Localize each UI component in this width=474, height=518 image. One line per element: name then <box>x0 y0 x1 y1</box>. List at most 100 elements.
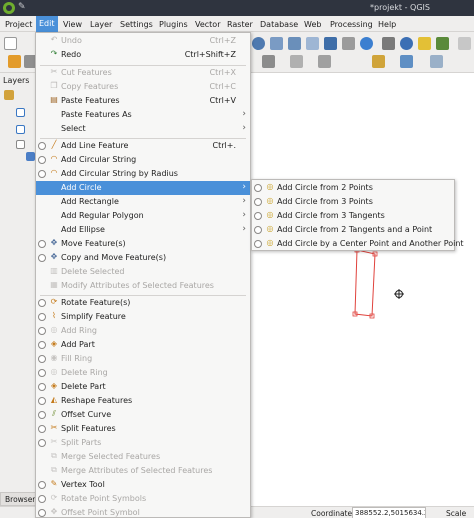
menu-item-add-line-feature[interactable]: ╱ Add Line Feature Ctrl+. <box>36 139 250 153</box>
menu-help[interactable]: Help <box>375 18 399 31</box>
map-canvas[interactable] <box>251 73 474 506</box>
radio-icon <box>254 198 262 206</box>
menu-item-offset-curve[interactable]: ⫽ Offset Curve <box>36 408 250 422</box>
add-part-icon: ◈ <box>50 339 58 348</box>
style-icon[interactable] <box>8 55 21 68</box>
browser-tab[interactable]: Browser <box>0 492 36 506</box>
radio-icon <box>38 254 46 262</box>
menu-item-offset-point-symbol[interactable]: ✥ Offset Point Symbol <box>36 506 250 518</box>
identify-icon[interactable] <box>382 37 395 50</box>
menu-web[interactable]: Web <box>301 18 324 31</box>
menu-item-cut-features[interactable]: ✂ Cut Features Ctrl+X <box>36 66 250 80</box>
select-icon[interactable] <box>418 37 431 50</box>
menu-item-split-features[interactable]: ✂ Split Features <box>36 422 250 436</box>
menu-item-paste-features-as[interactable]: Paste Features As › <box>36 108 250 122</box>
coordinate-label: Coordinate <box>311 509 353 518</box>
layer-style-icon[interactable] <box>4 90 14 100</box>
more-tools-icon[interactable] <box>458 37 471 50</box>
menu-item-delete-selected[interactable]: ▥ Delete Selected <box>36 265 250 279</box>
paste-icon: ▤ <box>50 95 58 104</box>
menu-item-delete-ring[interactable]: ◎ Delete Ring <box>36 366 250 380</box>
merge-features-icon: ⧉ <box>51 451 57 460</box>
menu-settings[interactable]: Settings <box>117 18 156 31</box>
menu-project[interactable]: Project <box>2 18 35 31</box>
menu-raster[interactable]: Raster <box>224 18 256 31</box>
redo-toolbar-icon[interactable] <box>318 55 331 68</box>
submenu-item-circle-3-tangents[interactable]: ◎ Add Circle from 3 Tangents <box>252 209 454 223</box>
menu-item-paste-features[interactable]: ▤ Paste Features Ctrl+V <box>36 94 250 108</box>
merge-attributes-icon: ⧉ <box>51 465 57 474</box>
menu-item-move-features[interactable]: ✥ Move Feature(s) <box>36 237 250 251</box>
menu-item-merge-attributes[interactable]: ⧉ Merge Attributes of Selected Features <box>36 464 250 478</box>
submenu-item-circle-3-points[interactable]: ◎ Add Circle from 3 Points <box>252 195 454 209</box>
menu-view[interactable]: View <box>60 18 85 31</box>
menu-item-rotate-point-symbols[interactable]: ⟳ Rotate Point Symbols <box>36 492 250 506</box>
menu-item-add-circular-string[interactable]: ◠ Add Circular String <box>36 153 250 167</box>
layers-title: Layers <box>3 76 30 85</box>
zoom-layer-icon[interactable] <box>270 37 283 50</box>
menu-item-merge-selected-features[interactable]: ⧉ Merge Selected Features <box>36 450 250 464</box>
radio-icon <box>38 355 46 363</box>
menu-item-delete-part[interactable]: ◈ Delete Part <box>36 380 250 394</box>
menu-item-copy-features[interactable]: ❐ Copy Features Ctrl+C <box>36 80 250 94</box>
menu-item-add-rectangle[interactable]: Add Rectangle › <box>36 195 250 209</box>
radio-icon <box>38 299 46 307</box>
radio-icon <box>38 481 46 489</box>
radio-icon <box>38 142 46 150</box>
offset-symbol-icon: ✥ <box>50 507 58 516</box>
coordinate-field[interactable]: 388552.2,5015634.2 <box>352 507 426 518</box>
menu-processing[interactable]: Processing <box>327 18 376 31</box>
menu-item-rotate-features[interactable]: ⟳ Rotate Feature(s) <box>36 296 250 310</box>
refresh-icon[interactable] <box>360 37 373 50</box>
menu-item-split-parts[interactable]: ✂ Split Parts <box>36 436 250 450</box>
delete-icon: ▥ <box>50 266 58 275</box>
undo-toolbar-icon[interactable] <box>290 55 303 68</box>
edit-menu: ↶ Undo Ctrl+Z ↷ Redo Ctrl+Shift+Z ✂ Cut … <box>35 32 251 518</box>
info-icon[interactable] <box>400 37 413 50</box>
menu-item-select[interactable]: Select › <box>36 122 250 136</box>
menu-item-add-circle[interactable]: Add Circle › <box>36 181 250 195</box>
menu-item-add-ring[interactable]: ◎ Add Ring <box>36 324 250 338</box>
zoom-full-icon[interactable] <box>324 37 337 50</box>
label-pin-icon[interactable] <box>400 55 413 68</box>
chevron-right-icon: › <box>242 196 246 206</box>
measure-icon[interactable] <box>436 37 449 50</box>
zoom-in-icon[interactable] <box>252 37 265 50</box>
submenu-item-circle-center-point[interactable]: ◎ Add Circle by a Center Point and Anoth… <box>252 237 464 251</box>
layer-checkbox-icon[interactable] <box>16 140 25 149</box>
menu-item-undo[interactable]: ↶ Undo Ctrl+Z <box>36 34 250 48</box>
radio-icon <box>38 425 46 433</box>
circular-string-radius-icon: ◠ <box>50 168 58 177</box>
menu-item-add-part[interactable]: ◈ Add Part <box>36 338 250 352</box>
zoom-native-icon[interactable] <box>306 37 319 50</box>
menu-item-fill-ring[interactable]: ◉ Fill Ring <box>36 352 250 366</box>
submenu-item-circle-2-tangents-point[interactable]: ◎ Add Circle from 2 Tangents and a Point <box>252 223 454 237</box>
menu-item-reshape-features[interactable]: ◭ Reshape Features <box>36 394 250 408</box>
menu-item-copy-move-features[interactable]: ✥ Copy and Move Feature(s) <box>36 251 250 265</box>
menu-item-add-regular-polygon[interactable]: Add Regular Polygon › <box>36 209 250 223</box>
menu-item-redo[interactable]: ↷ Redo Ctrl+Shift+Z <box>36 48 250 62</box>
menu-item-modify-attributes[interactable]: ▦ Modify Attributes of Selected Features <box>36 279 250 293</box>
menu-edit[interactable]: Edit <box>36 16 58 32</box>
new-project-icon[interactable] <box>4 37 17 50</box>
layer-checkbox-icon[interactable] <box>16 125 25 134</box>
layers-panel: Layers <box>0 73 36 493</box>
menu-layer[interactable]: Layer <box>87 18 115 31</box>
label-move-icon[interactable] <box>430 55 443 68</box>
submenu-item-circle-2-points[interactable]: ◎ Add Circle from 2 Points <box>252 181 454 195</box>
layer-checkbox-icon[interactable] <box>16 108 25 117</box>
rotate-symbols-icon: ⟳ <box>50 493 58 502</box>
menu-item-simplify-feature[interactable]: ⌇ Simplify Feature <box>36 310 250 324</box>
label-icon[interactable] <box>372 55 385 68</box>
menu-vector[interactable]: Vector <box>192 18 224 31</box>
pan-icon[interactable] <box>342 37 355 50</box>
menu-item-vertex-tool[interactable]: ✎ Vertex Tool <box>36 478 250 492</box>
menu-plugins[interactable]: Plugins <box>156 18 191 31</box>
edit-node-icon[interactable] <box>262 55 275 68</box>
menu-item-add-ellipse[interactable]: Add Ellipse › <box>36 223 250 237</box>
tree-collapse-icon[interactable] <box>6 140 13 147</box>
menu-database[interactable]: Database <box>257 18 301 31</box>
menu-item-add-circular-string-radius[interactable]: ◠ Add Circular String by Radius <box>36 167 250 181</box>
zoom-selection-icon[interactable] <box>288 37 301 50</box>
radio-icon <box>38 369 46 377</box>
